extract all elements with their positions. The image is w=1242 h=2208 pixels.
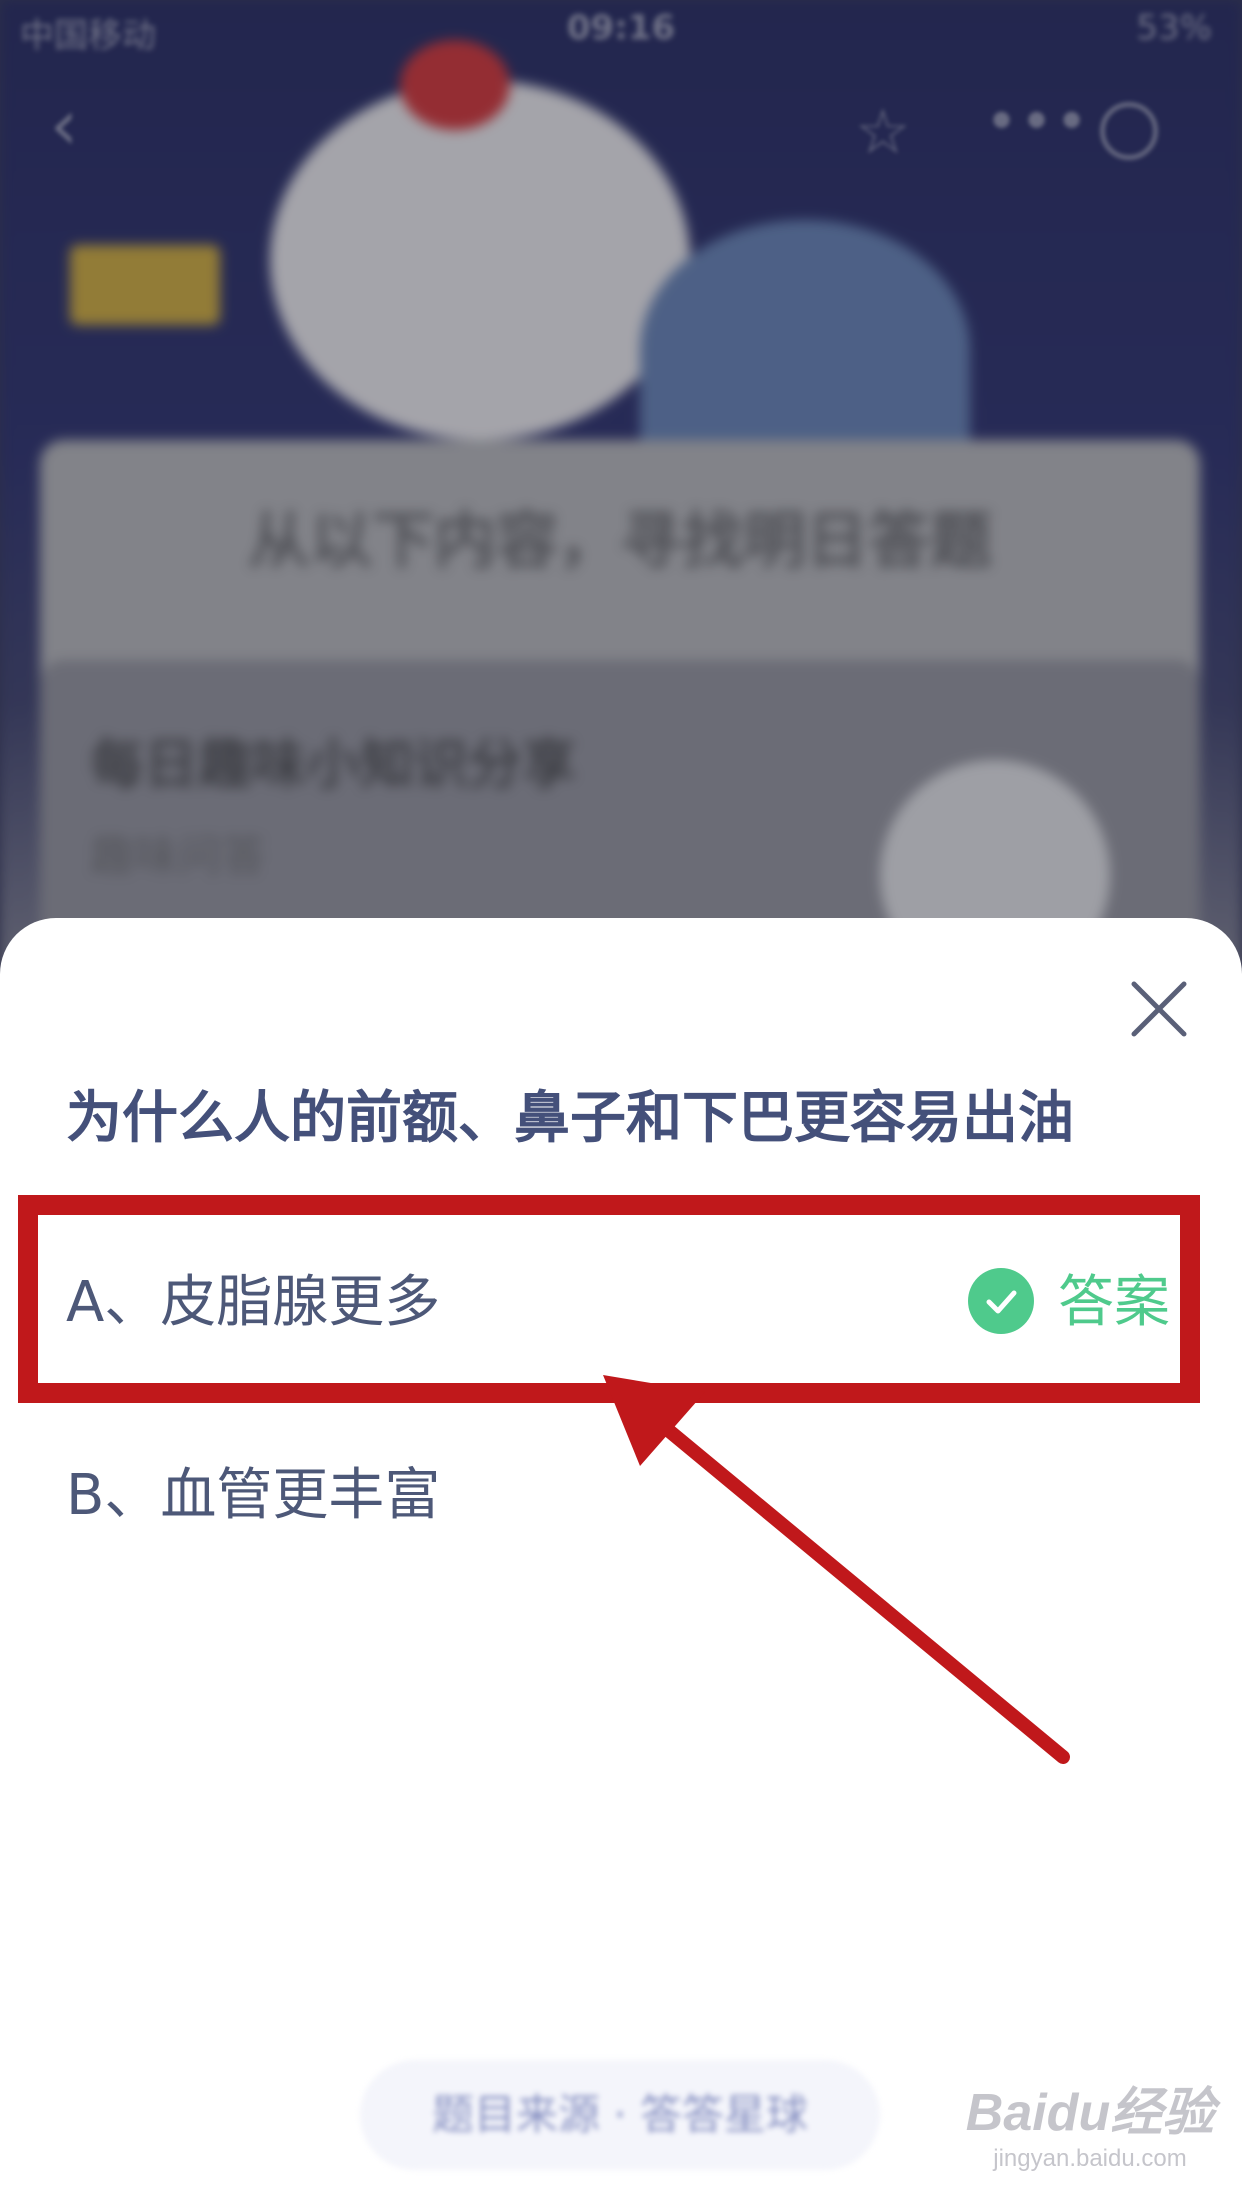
answer-tag-label: 答案	[1058, 1270, 1170, 1335]
option-b[interactable]: B、血管更丰富	[66, 1436, 1176, 1556]
watermark-url: jingyan.baidu.com	[993, 2145, 1187, 2172]
footer-source-button[interactable]: 题目来源 · 答答星球	[360, 2060, 880, 2170]
check-circle-icon	[968, 1267, 1034, 1334]
question-sheet: 为什么人的前额、鼻子和下巴更容易出油 A、皮脂腺更多 答案 B、血管更丰富	[0, 918, 1242, 2208]
close-icon[interactable]	[1126, 976, 1192, 1042]
answer-tag: 答案	[968, 1243, 1170, 1363]
watermark-logo: Baidu经验	[965, 2084, 1215, 2142]
modal-overlay[interactable]	[0, 0, 1242, 1000]
watermark: Baidu经验 jingyan.baidu.com	[950, 2070, 1230, 2173]
option-a[interactable]: A、皮脂腺更多 答案	[66, 1243, 1176, 1363]
option-b-label: B、血管更丰富	[66, 1463, 441, 1528]
question-title: 为什么人的前额、鼻子和下巴更容易出油	[66, 1086, 1074, 1151]
option-a-label: A、皮脂腺更多	[66, 1270, 441, 1335]
